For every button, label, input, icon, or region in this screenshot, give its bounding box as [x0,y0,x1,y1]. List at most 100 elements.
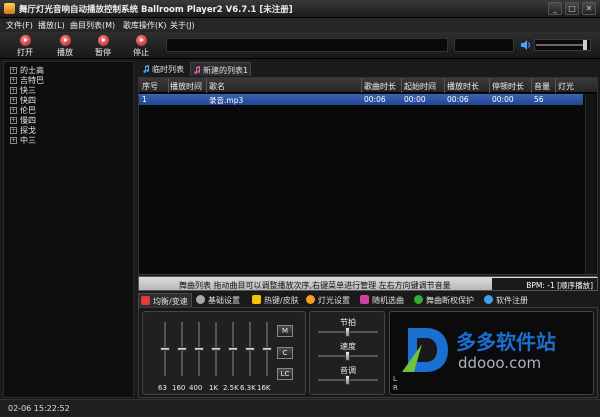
maximize-button[interactable]: □ [565,2,579,15]
col-header[interactable]: 播放时长 [447,81,479,92]
menu-file[interactable]: 文件(F) [6,20,33,31]
tab-label: 基础设置 [208,296,240,305]
close-button[interactable]: ✕ [582,2,596,15]
tree-label: 的士高 [20,66,44,75]
col-header[interactable]: 序号 [142,81,158,92]
expand-icon[interactable]: + [10,97,17,104]
tree-item-middle-three[interactable]: + 中三 [10,135,36,146]
tab-new-list-1[interactable]: 新建的列表1 [190,62,252,76]
open-button[interactable]: 打开 [11,35,39,57]
tree-label: 快四 [20,96,36,105]
tab-hotkey-skin[interactable]: 热键/皮肤 [250,293,302,307]
eq-band-label: 2.5K [223,384,239,392]
expand-icon[interactable]: + [10,117,17,124]
title-bar: 舞厅灯光音响自动播放控制系统 Ballroom Player2 V6.7.1 [… [0,0,600,18]
eq-band-slider[interactable] [228,347,238,351]
settings-tabs: 均衡/变速 基础设置 热键/皮肤 灯光设置 随机选曲 舞曲断权保护 软件注册 [138,293,598,307]
menu-about[interactable]: 关于(J) [170,20,195,31]
lightning-icon [252,295,261,304]
vertical-scrollbar[interactable] [585,94,596,274]
menu-track-list[interactable]: 曲目列表(M) [70,20,115,31]
control-slider[interactable] [345,351,350,361]
window-title: 舞厅灯光音响自动播放控制系统 Ballroom Player2 V6.7.1 [… [19,5,293,15]
control-slider[interactable] [345,327,350,337]
cell-no: 1 [142,95,147,104]
expand-icon[interactable]: + [10,87,17,94]
status-bar: 02-06 15:22:52 [0,399,600,417]
bpm-display: BPM: -1 [顺序播放] [492,278,597,290]
tab-label: 新建的列表1 [203,66,249,75]
eq-band-slider[interactable] [177,347,187,351]
tree-label: 伦巴 [20,106,36,115]
tab-dance-protect[interactable]: 舞曲断权保护 [412,293,477,307]
tab-label: 热键/皮肤 [264,296,299,305]
speaker-icon[interactable] [520,39,532,51]
expand-icon[interactable]: + [10,127,17,134]
cell-name: 录音.mp3 [209,96,244,105]
vu-right-label: R [393,384,398,392]
play-mode[interactable]: [顺序播放] [557,281,593,290]
vu-left-label: L [393,375,397,383]
open-label: 打开 [17,48,33,57]
eq-m-button[interactable]: M [277,325,293,337]
pause-icon [97,35,109,46]
volume-knob[interactable] [583,40,587,50]
col-header[interactable]: 音量 [534,81,550,92]
col-header[interactable]: 播放时间 [170,81,202,92]
tab-label: 临时列表 [152,65,184,74]
column-divider [444,78,445,93]
col-header[interactable]: 歌名 [209,81,225,92]
col-header[interactable]: 停顿时长 [492,81,524,92]
column-divider [206,78,207,93]
play-label: 播放 [57,48,73,57]
table-row[interactable]: 1 录音.mp3 00:06 00:00 00:06 00:00 56 [139,94,583,105]
minimize-button[interactable]: _ [548,2,562,15]
brand-url: ddooo.com [458,354,542,372]
eq-lc-button[interactable]: LC [277,368,293,380]
tempo-controls: 节拍 速度 音调 [309,311,385,395]
menu-library[interactable]: 歌库操作(K) [123,20,167,31]
expand-icon[interactable]: + [10,137,17,144]
stop-button[interactable]: 停止 [127,35,155,57]
eq-band-label: 1K [209,384,219,392]
tab-random-select[interactable]: 随机选曲 [358,293,407,307]
eq-band-label: 63 [158,384,167,392]
tab-eq-speed[interactable]: 均衡/变速 [138,293,192,307]
track-info-display [166,38,448,52]
tab-temp-list[interactable]: 临时列表 [140,62,186,76]
open-icon [19,35,31,46]
tree-label: 探戈 [20,126,36,135]
expand-icon[interactable]: + [10,107,17,114]
tree-label: 慢四 [20,116,36,125]
pause-button[interactable]: 暂停 [89,35,117,57]
tab-label: 均衡/变速 [153,297,188,306]
expand-icon[interactable]: + [10,67,17,74]
playlist-table: 序号 播放时间 歌名 歌曲时长 起始时间 播放时长 停顿时长 音量 灯光 1 录… [138,77,598,275]
shuffle-icon [360,295,369,304]
category-tree: + 的士高 + 吉特巴 + 快三 + 快四 + 伦巴 + 慢四 + 探戈 + 中三 [3,61,134,398]
volume-slider[interactable] [534,39,591,51]
col-header[interactable]: 歌曲时长 [364,81,396,92]
eq-band-slider[interactable] [262,347,272,351]
tab-label: 舞曲断权保护 [426,296,474,305]
tab-light-settings[interactable]: 灯光设置 [304,293,353,307]
eq-band-slider[interactable] [211,347,221,351]
eq-c-button[interactable]: C [277,347,293,359]
tab-register[interactable]: 软件注册 [482,293,531,307]
eq-band-slider[interactable] [245,347,255,351]
control-slider[interactable] [345,375,350,385]
cell-duration: 00:06 [364,95,386,104]
eq-band-slider[interactable] [160,347,170,351]
column-divider [555,78,556,93]
eq-band-label: 400 [189,384,203,392]
col-header[interactable]: 灯光 [558,81,574,92]
play-button[interactable]: 播放 [51,35,79,57]
pause-label: 暂停 [95,48,111,57]
eq-band-label: 16K [257,384,271,392]
light-icon [306,295,315,304]
col-header[interactable]: 起始时间 [404,81,436,92]
tab-basic-settings[interactable]: 基础设置 [194,293,243,307]
menu-play[interactable]: 播放(L) [38,20,65,31]
eq-band-slider[interactable] [194,347,204,351]
expand-icon[interactable]: + [10,77,17,84]
